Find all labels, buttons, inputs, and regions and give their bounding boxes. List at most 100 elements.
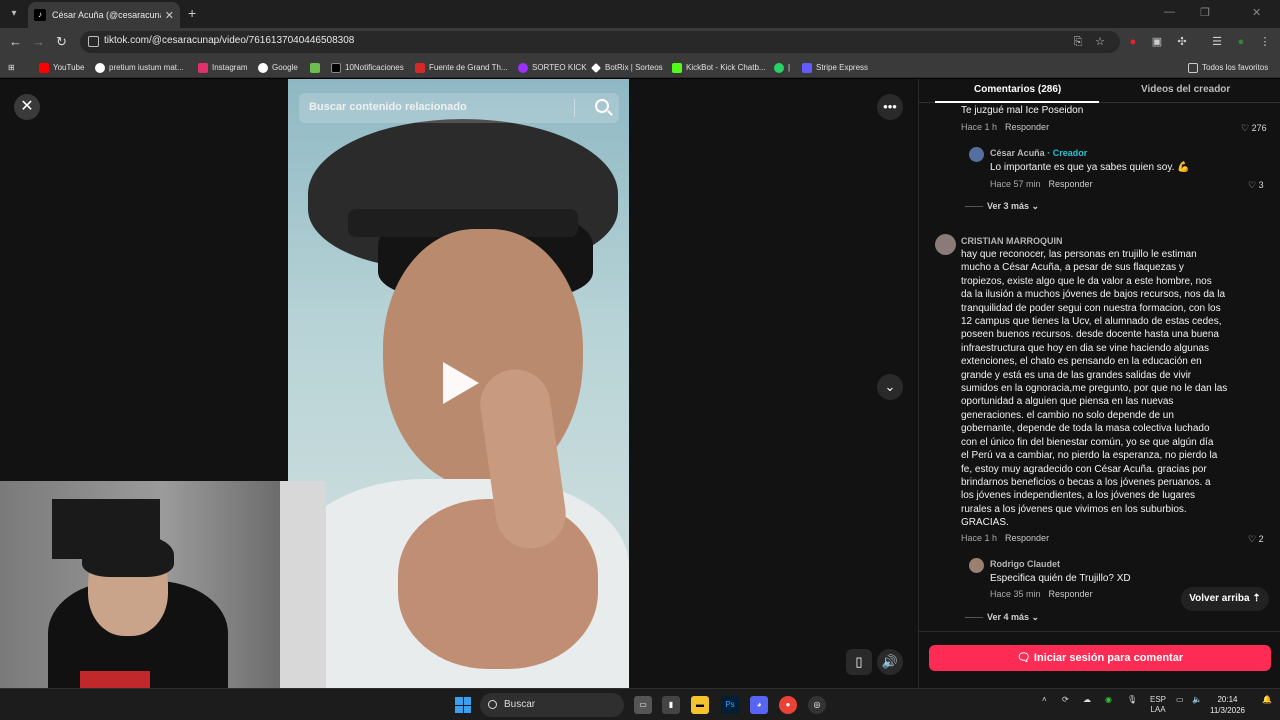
bookmark-instagram[interactable]: Instagram bbox=[198, 61, 248, 74]
like-count[interactable]: ♡ 2 bbox=[1248, 534, 1264, 545]
comment-line: hay que reconocer, las personas en truji… bbox=[961, 249, 1197, 260]
extension-icon[interactable]: ▣ bbox=[1150, 35, 1164, 49]
comment-username[interactable]: CRISTIAN MARROQUIN bbox=[961, 236, 1063, 246]
volume-icon[interactable]: 🔊 bbox=[877, 649, 903, 675]
login-to-comment-button[interactable]: 🗨 Iniciar sesión para comentar bbox=[929, 645, 1271, 671]
play-icon[interactable] bbox=[443, 362, 479, 404]
tab-comments[interactable]: Comentarios (286) bbox=[974, 84, 1061, 95]
install-app-icon[interactable]: ⎘ bbox=[1071, 35, 1085, 49]
comment-time: Hace 1 h bbox=[961, 533, 998, 543]
bookmark-pretium[interactable]: pretium iustum mat... bbox=[95, 61, 184, 74]
windows-start-icon[interactable] bbox=[455, 697, 471, 713]
tab-search-icon[interactable]: ▾ bbox=[6, 6, 22, 22]
bookmark-youtube[interactable]: YouTube bbox=[39, 61, 84, 74]
keyboard-layout: LAA bbox=[1150, 705, 1166, 714]
all-favorites[interactable]: Todos los favoritos bbox=[1188, 61, 1268, 74]
view-more-replies[interactable]: Ver 3 más ⌄ bbox=[965, 201, 1039, 212]
reply-button[interactable]: Responder bbox=[1005, 533, 1049, 543]
comment-line: el Perú va a cambiar, no pierdo la esper… bbox=[961, 450, 1218, 462]
bookmark-kickbot[interactable]: KickBot - Kick Chatb... bbox=[672, 61, 766, 74]
avatar[interactable] bbox=[969, 558, 984, 573]
tab-creator-videos[interactable]: Videos del creador bbox=[1141, 84, 1230, 95]
reply-button[interactable]: Responder bbox=[1005, 122, 1049, 132]
view-more-replies[interactable]: Ver 4 más ⌄ bbox=[965, 612, 1039, 623]
profile-avatar-icon[interactable]: ● bbox=[1234, 35, 1248, 49]
bookmark-whatsapp[interactable]: | bbox=[774, 61, 790, 74]
taskbar-search[interactable]: Buscar bbox=[480, 693, 624, 717]
tray-icon[interactable]: ⟳ bbox=[1062, 695, 1069, 704]
comment-time: Hace 1 h bbox=[961, 122, 998, 132]
bookmark-google[interactable]: Google bbox=[258, 61, 298, 74]
like-count[interactable]: ♡ 3 bbox=[1248, 180, 1264, 191]
maximize-icon[interactable]: ❐ bbox=[1200, 6, 1210, 19]
comment-line: con el único fin del bienestar común, yo… bbox=[961, 436, 1214, 448]
system-clock[interactable]: 20:14 11/3/2026 bbox=[1210, 694, 1245, 716]
video-player[interactable]: Buscar contenido relacionado bbox=[288, 79, 629, 688]
avatar[interactable] bbox=[935, 234, 956, 255]
notifications-icon[interactable]: 🔔 bbox=[1262, 695, 1272, 704]
close-window-icon[interactable]: ✕ bbox=[1252, 6, 1261, 19]
apps-grid-icon[interactable]: ⊞ bbox=[8, 61, 15, 74]
close-tab-icon[interactable]: ✕ bbox=[165, 9, 174, 22]
discord-icon[interactable]: ◕ bbox=[750, 696, 768, 714]
chrome-icon[interactable]: ● bbox=[779, 696, 797, 714]
speaker-icon[interactable]: 🔈 bbox=[1192, 695, 1202, 704]
floating-player-icon[interactable]: ▯ bbox=[846, 649, 872, 675]
back-icon[interactable]: ← bbox=[9, 34, 22, 49]
x-logo-icon bbox=[331, 62, 341, 73]
minimize-icon[interactable]: — bbox=[1164, 6, 1175, 18]
reply-user[interactable]: César Acuña · Creador bbox=[990, 148, 1087, 158]
obs-icon[interactable]: ◎ bbox=[808, 696, 826, 714]
bookmark-x[interactable]: 10Notificaciones bbox=[331, 61, 404, 74]
webcam-overlay bbox=[0, 481, 326, 688]
clock-date: 11/3/2026 bbox=[1210, 706, 1245, 715]
related-search-input[interactable]: Buscar contenido relacionado bbox=[299, 93, 619, 123]
search-icon[interactable] bbox=[595, 99, 609, 113]
next-video-chevron-down-icon[interactable]: ⌄ bbox=[877, 374, 903, 400]
forward-icon[interactable]: → bbox=[32, 34, 45, 49]
view-more-label: Ver 4 más bbox=[987, 612, 1030, 622]
bookmark-gta[interactable]: Fuente de Grand Th... bbox=[415, 61, 508, 74]
comment-line: oportunidad a alguien que piensa en las … bbox=[961, 396, 1174, 408]
browser-tab[interactable]: ♪ César Acuña (@cesaracunap) | T ✕ bbox=[28, 2, 180, 28]
photoshop-icon[interactable]: Ps bbox=[721, 696, 739, 714]
more-options-icon[interactable]: ••• bbox=[877, 94, 903, 120]
avatar[interactable] bbox=[969, 147, 984, 162]
back-to-top-button[interactable]: Volver arriba ⇡ bbox=[1181, 587, 1269, 611]
bookmark-sorteo-kick[interactable]: SORTEO KICK bbox=[518, 61, 587, 74]
bookmark-botrix[interactable]: BotRix | Sorteos bbox=[591, 61, 663, 74]
close-video-icon[interactable]: ✕ bbox=[14, 94, 40, 120]
windows-taskbar: Buscar ▭ ▮ ▬ Ps ◕ ● ◎ ˄ ⟳ ☁ ◉ 🎙 ESP LAA ▭… bbox=[0, 688, 1280, 720]
bookmark-label: Stripe Express bbox=[816, 63, 869, 72]
tray-chevron-up-icon[interactable]: ˄ bbox=[1042, 695, 1047, 704]
menu-kebab-icon[interactable]: ⋮ bbox=[1258, 35, 1272, 49]
language-indicator[interactable]: ESP LAA bbox=[1150, 695, 1166, 715]
bookmark-label: Fuente de Grand Th... bbox=[429, 63, 508, 72]
reload-icon[interactable]: ↻ bbox=[56, 34, 67, 50]
reading-list-icon[interactable]: ☰ bbox=[1210, 35, 1224, 49]
extensions-puzzle-icon[interactable]: ✣ bbox=[1175, 35, 1189, 49]
bookmark-star-icon[interactable]: ☆ bbox=[1093, 35, 1107, 49]
bookmark-label: BotRix | Sorteos bbox=[605, 63, 663, 72]
likes-number: 276 bbox=[1251, 123, 1267, 133]
microphone-icon[interactable]: 🎙 bbox=[1127, 695, 1137, 704]
like-count[interactable]: ♡ 276 bbox=[1241, 123, 1267, 134]
bookmark-label: YouTube bbox=[53, 63, 85, 72]
network-icon[interactable]: ▭ bbox=[1176, 695, 1184, 704]
file-explorer-icon[interactable]: ▬ bbox=[691, 696, 709, 714]
reply-username[interactable]: Rodrigo Claudet bbox=[990, 559, 1060, 569]
tray-app-icon[interactable]: ◉ bbox=[1105, 695, 1112, 704]
reply-button[interactable]: Responder bbox=[1049, 589, 1093, 599]
site-info-icon[interactable] bbox=[88, 36, 99, 47]
new-tab-icon[interactable]: + bbox=[188, 5, 196, 21]
comment-text: Te juzgué mal Ice Poseidon bbox=[961, 105, 1084, 116]
bookmark-leaf[interactable] bbox=[310, 61, 324, 74]
address-bar[interactable]: tiktok.com/@cesaracunap/video/7616137040… bbox=[80, 31, 1120, 53]
app-icon[interactable]: ▮ bbox=[662, 696, 680, 714]
reply-button[interactable]: Responder bbox=[1049, 179, 1093, 189]
task-view-icon[interactable]: ▭ bbox=[634, 696, 652, 714]
extension-red-icon[interactable]: ● bbox=[1126, 35, 1140, 49]
bookmark-stripe[interactable]: Stripe Express bbox=[802, 61, 868, 74]
related-search-placeholder: Buscar contenido relacionado bbox=[309, 101, 467, 113]
onedrive-icon[interactable]: ☁ bbox=[1083, 695, 1091, 704]
